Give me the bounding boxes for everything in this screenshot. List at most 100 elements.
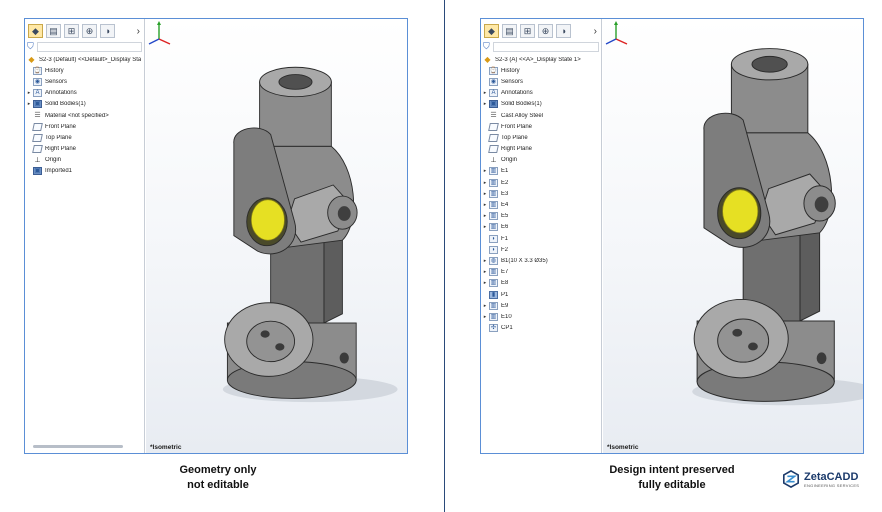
tree-item[interactable]: ▸ A Annotations <box>25 88 144 99</box>
expand-arrow-icon[interactable]: ▸ <box>481 280 489 286</box>
tree-item-label: F1 <box>501 235 509 242</box>
tree-item-label: Annotations <box>501 90 533 97</box>
property-manager-icon: ▤ <box>49 25 58 36</box>
tree-item-label: Annotations <box>45 90 77 97</box>
extrude-icon: ▥ <box>489 189 498 198</box>
tree-item[interactable]: ▸ A Annotations <box>481 88 601 99</box>
tree-item[interactable]: ▸ ▥ E10 <box>481 311 601 322</box>
tree-item-label: Solid Bodies(1) <box>501 101 542 108</box>
feature-manager-tab[interactable]: ◆ <box>28 24 43 38</box>
tree-item[interactable]: ✣ CP1 <box>481 323 601 334</box>
tree-item[interactable]: ⊥ Origin <box>25 155 144 166</box>
expand-arrow-icon[interactable]: ▸ <box>481 202 489 208</box>
tree-item[interactable]: ▸ ▥ E5 <box>481 211 601 222</box>
filter-input[interactable] <box>37 41 142 52</box>
tree-item[interactable]: ▸ ▥ E6 <box>481 222 601 233</box>
tree-item[interactable]: Top Plane <box>25 132 144 143</box>
filter-icon[interactable]: ⛉ <box>483 41 493 52</box>
tree-item-label: S2-3 (A) <<A>_Display State 1> <box>495 56 581 63</box>
configuration-manager-tab[interactable]: ⊞ <box>520 24 535 38</box>
tree-item[interactable]: ▮ P1 <box>481 289 601 300</box>
tree-item[interactable]: ▸ ▥ E2 <box>481 177 601 188</box>
property-manager-icon: ▤ <box>505 25 514 36</box>
plane-icon <box>32 133 43 142</box>
sheet-icon: ▮ <box>489 290 498 299</box>
dimxpert-tab[interactable]: ⊕ <box>82 24 97 38</box>
expand-arrow-icon[interactable]: ▸ <box>481 101 489 107</box>
expand-arrow-icon[interactable]: ▸ <box>25 90 33 96</box>
zetacadd-logo: ZetaCADD ENGINEERING SERVICES <box>782 470 859 488</box>
tree-item[interactable]: ⌚ History <box>25 65 144 76</box>
feature-manager-tab[interactable]: ◆ <box>484 24 499 38</box>
tree-item[interactable]: ◆ S2-3 (Default) <<Default>_Display Sta <box>25 54 144 65</box>
expand-arrow-icon[interactable]: ▸ <box>481 269 489 275</box>
ear-bore-highlight <box>722 189 759 234</box>
tree-item[interactable]: ▸ ◍ B1(10 X 3.3 Ø35) <box>481 255 601 266</box>
configuration-manager-tab[interactable]: ⊞ <box>64 24 79 38</box>
tree-item[interactable]: ▸ ▥ E8 <box>481 278 601 289</box>
filter-icon[interactable]: ⛉ <box>27 41 37 52</box>
bottom-eye-counterbore <box>717 318 770 363</box>
tree-item-label: Cast Alloy Steel <box>501 112 544 119</box>
graphics-viewport[interactable]: *Isometric <box>146 19 407 453</box>
history-icon: ⌚ <box>489 66 498 75</box>
part-geometry <box>692 48 863 406</box>
tree-item[interactable]: ⌚ History <box>481 65 601 76</box>
pin-hole <box>748 342 758 351</box>
expand-arrow-icon[interactable]: ▸ <box>481 180 489 186</box>
tree-item-label: Top Plane <box>45 134 72 141</box>
tree-item[interactable]: ▸ ▥ E7 <box>481 267 601 278</box>
tree-item-label: Imported1 <box>45 168 73 175</box>
logo-name: ZetaCADD <box>804 470 859 483</box>
tree-item[interactable]: ▸ ▥ E4 <box>481 199 601 210</box>
property-manager-tab[interactable]: ▤ <box>502 24 517 38</box>
dimxpert-tab[interactable]: ⊕ <box>538 24 553 38</box>
tree-item[interactable]: ◉ Sensors <box>25 76 144 87</box>
expand-arrow-icon[interactable]: ▸ <box>481 191 489 197</box>
tree-item[interactable]: ◗ F2 <box>481 244 601 255</box>
tree-item[interactable]: ▸ ▥ E3 <box>481 188 601 199</box>
side-hole <box>816 352 827 365</box>
expand-arrow-icon[interactable]: ▸ <box>481 314 489 320</box>
caption-right: Design intent preserved fully editable <box>590 463 754 493</box>
tree-item[interactable]: ◆ S2-3 (A) <<A>_Display State 1> <box>481 54 601 65</box>
extrude-icon: ▥ <box>489 178 498 187</box>
display-manager-tab[interactable]: ◑ <box>556 24 571 38</box>
chevron-right-icon[interactable]: › <box>594 26 597 37</box>
tree-item[interactable]: ◉ Sensors <box>481 76 601 87</box>
tree-item[interactable]: ▸ ▥ E1 <box>481 166 601 177</box>
tree-item[interactable]: ▸ ▥ E9 <box>481 300 601 311</box>
tree-item-label: E2 <box>501 179 509 186</box>
filter-input[interactable] <box>493 41 599 52</box>
tree-item[interactable]: ⊥ Origin <box>481 155 601 166</box>
expand-arrow-icon[interactable]: ▸ <box>481 303 489 309</box>
display-manager-tab[interactable]: ◑ <box>100 24 115 38</box>
chevron-right-icon[interactable]: › <box>137 26 140 37</box>
dimxpert-icon: ⊕ <box>85 25 94 36</box>
tree-item[interactable]: Front Plane <box>25 121 144 132</box>
expand-arrow-icon[interactable]: ▸ <box>481 213 489 219</box>
property-manager-tab[interactable]: ▤ <box>46 24 61 38</box>
tree-item[interactable]: Right Plane <box>481 144 601 155</box>
axis-triad-icon <box>605 21 628 45</box>
tree-item[interactable]: ☰ Cast Alloy Steel <box>481 110 601 121</box>
tree-item[interactable]: Top Plane <box>481 132 601 143</box>
cosmetic-pattern-icon: ✣ <box>489 324 498 333</box>
feature-tree: ◆ S2-3 (A) <<A>_Display State 1> ⌚ History ◉… <box>481 54 601 334</box>
expand-arrow-icon[interactable]: ▸ <box>481 224 489 230</box>
tree-item[interactable]: ▣ Imported1 <box>25 166 144 177</box>
tree-item[interactable]: Right Plane <box>25 144 144 155</box>
expand-arrow-icon[interactable]: ▸ <box>481 90 489 96</box>
tree-item-label: S2-3 (Default) <<Default>_Display Sta <box>39 56 142 63</box>
tree-item[interactable]: ▸ ▣ Solid Bodies(1) <box>481 99 601 110</box>
tree-item[interactable]: ☰ Material <not specified> <box>25 110 144 121</box>
tree-item[interactable]: Front Plane <box>481 121 601 132</box>
fillet-icon: ◗ <box>489 234 498 243</box>
horizontal-scrollbar[interactable] <box>33 445 123 448</box>
graphics-viewport[interactable]: *Isometric <box>603 19 863 453</box>
expand-arrow-icon[interactable]: ▸ <box>481 258 489 264</box>
tree-item[interactable]: ◗ F1 <box>481 233 601 244</box>
expand-arrow-icon[interactable]: ▸ <box>25 101 33 107</box>
tree-item[interactable]: ▸ ▣ Solid Bodies(1) <box>25 99 144 110</box>
expand-arrow-icon[interactable]: ▸ <box>481 168 489 174</box>
